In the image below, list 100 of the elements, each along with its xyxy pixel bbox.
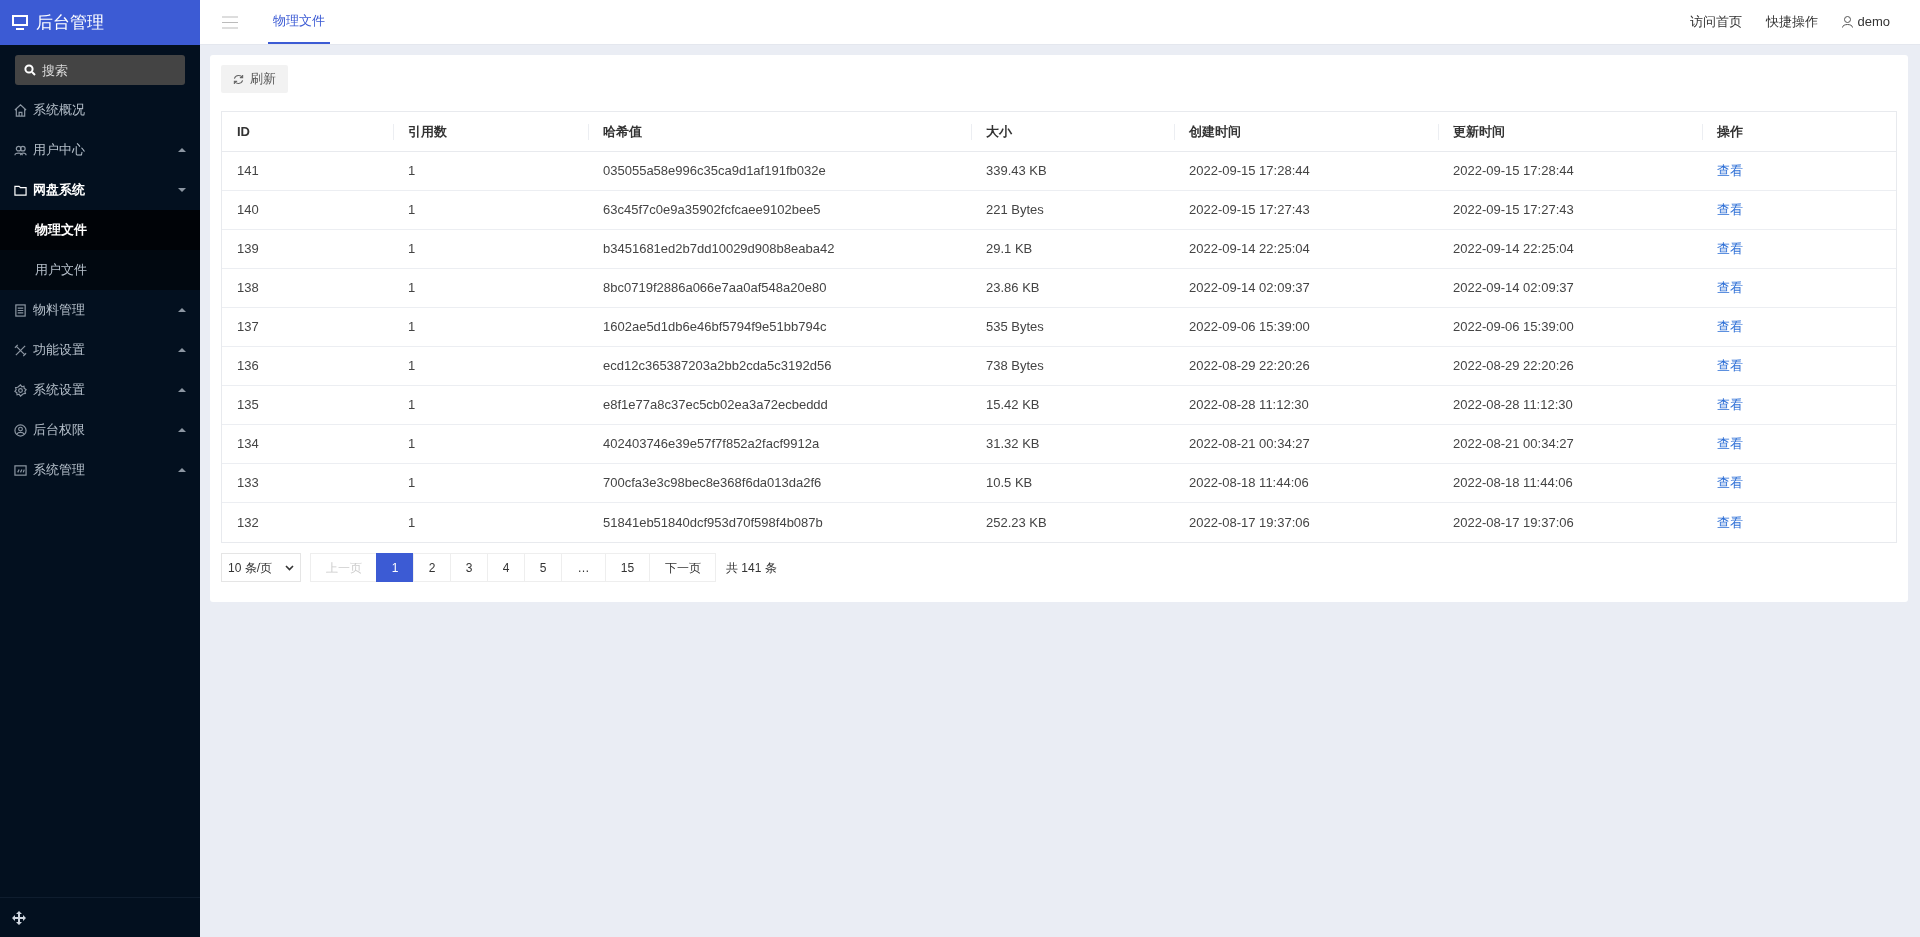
nav-link[interactable]: 快捷操作 [1766,12,1819,32]
caret-icon [178,148,186,152]
user-circle-icon [14,423,27,437]
table-cell-text: 2022-08-29 22:20:26 [1453,357,1574,376]
table-cell-text: 2022-08-28 11:12:30 [1189,396,1309,415]
view-link[interactable]: 查看 [1717,512,1743,533]
view-link[interactable]: 查看 [1717,278,1743,298]
sidebar-item[interactable]: 物料管理 [0,290,200,330]
sidebar-item[interactable]: 系统概况 [0,90,200,130]
table-cell-text: 139 [237,240,259,259]
table-cell-text: 137 [237,318,259,337]
sidebar-item[interactable]: 网盘系统 [0,170,200,210]
view-link[interactable]: 查看 [1717,356,1743,376]
refresh-button[interactable]: 刷新 [221,65,288,93]
sidebar-item[interactable]: 后台权限 [0,410,200,450]
table-cell-text: 2022-08-18 11:44:06 [1189,474,1309,493]
table-cell-text: 23.86 KB [986,279,1040,298]
table-cell-text: 2022-09-06 15:39:00 [1453,318,1574,337]
view-link[interactable]: 查看 [1717,200,1743,220]
nav-link[interactable]: 访问首页 [1690,12,1743,32]
page-button[interactable]: 3 [450,553,488,582]
column-header: 操作 [1717,122,1743,141]
table-cell-text: 2022-09-14 22:25:04 [1453,240,1574,259]
page-button[interactable]: 5 [524,553,562,582]
sidebar-subitem[interactable]: 用户文件 [0,250,200,290]
view-link[interactable]: 查看 [1717,317,1743,337]
caret-icon [178,428,186,432]
column-header: ID [237,122,250,141]
column-header: 哈希值 [603,122,642,141]
table-cell-text: 221 Bytes [986,201,1044,220]
folder-icon [14,183,27,197]
table-cell-text: 51841eb51840dcf953d70f598f4b087b [603,513,823,532]
table-cell-text: ecd12c365387203a2bb2cda5c3192d56 [603,357,832,376]
view-link[interactable]: 查看 [1717,434,1743,454]
table-cell-text: 1 [408,435,416,454]
page-button[interactable]: 下一页 [649,553,716,582]
table-cell-text: 1 [408,357,416,376]
table-cell-text: 2022-08-18 11:44:06 [1453,474,1573,493]
column-header: 引用数 [408,122,447,141]
view-link[interactable]: 查看 [1717,161,1743,181]
table-cell-text: 402403746e39e57f7f852a2facf9912a [603,435,820,454]
table-cell-text: 2022-09-14 22:25:04 [1189,240,1310,259]
sidebar-item[interactable]: 系统设置 [0,370,200,410]
table-cell-text: 1 [408,279,416,298]
page-button[interactable]: 1 [376,553,414,582]
table-cell-text: 2022-09-15 17:28:44 [1453,162,1574,181]
table-cell-text: 2022-08-17 19:37:06 [1189,513,1310,532]
sidebar-item[interactable]: 功能设置 [0,330,200,370]
table-cell-text: 29.1 KB [986,240,1033,259]
table-cell-text: 135 [237,396,259,415]
search-field[interactable]: 搜索 [15,55,185,85]
sidebar-item[interactable]: 系统管理 [0,450,200,490]
search-icon [24,64,36,76]
table-cell-text: 2022-09-15 17:28:44 [1189,162,1310,181]
table-cell-text: 2022-09-15 17:27:43 [1453,201,1574,220]
table-cell-text: 1 [408,201,416,220]
caret-icon [178,468,186,472]
view-link[interactable]: 查看 [1717,239,1743,259]
table-cell-text: e8f1e77a8c37ec5cb02ea3a72ecbeddd [603,396,828,415]
page-size-select[interactable]: 10 条/页 [221,553,301,582]
page-button[interactable]: 15 [605,553,650,582]
home-icon [14,103,27,117]
total-count: 共 141 条 [726,559,777,577]
table-cell-text: 1 [408,162,416,181]
table-cell-text: 10.5 KB [986,474,1033,493]
table-cell-text: 1602ae5d1db6e46bf5794f9e51bb794c [603,318,827,337]
table-cell-text: 138 [237,279,259,298]
table-cell-text: 1 [408,513,416,532]
page-button[interactable]: … [561,553,606,582]
monitor-icon [12,15,28,30]
column-header: 大小 [986,122,1012,141]
view-link[interactable]: 查看 [1717,395,1743,415]
view-link[interactable]: 查看 [1717,473,1743,493]
user-menu[interactable]: demo [1842,12,1890,32]
page-button[interactable]: 2 [413,553,451,582]
gear-icon [14,383,27,397]
sidebar-item[interactable]: 用户中心 [0,130,200,170]
table-cell-text: 252.23 KB [986,513,1047,532]
move-icon[interactable] [12,910,26,925]
table-cell-text: 132 [237,513,259,532]
table-cell-text: 700cfa3e3c98bec8e368f6da013da2f6 [603,474,822,493]
table-cell-text: 1 [408,396,416,415]
user-icon [1842,16,1854,28]
table-cell-text: 136 [237,357,259,376]
table-cell-text: 339.43 KB [986,162,1047,181]
tab[interactable]: 物理文件 [268,0,330,44]
caret-icon [178,308,186,312]
table-cell-text: b3451681ed2b7dd10029d908b8eaba42 [603,240,835,259]
table-cell-text: 2022-09-14 02:09:37 [1453,279,1574,298]
table-cell-text: 15.42 KB [986,396,1040,415]
table-cell-text: 8bc0719f2886a066e7aa0af548a20e80 [603,279,827,298]
users-icon [14,143,27,157]
table-cell-text: 2022-09-14 02:09:37 [1189,279,1310,298]
table-cell-text: 31.32 KB [986,435,1040,454]
table-cell-text: 2022-08-28 11:12:30 [1453,396,1573,415]
page-button[interactable]: 4 [487,553,525,582]
table-cell-text: 2022-09-06 15:39:00 [1189,318,1310,337]
sidebar-subitem[interactable]: 物理文件 [0,210,200,250]
list-icon [14,303,27,317]
table-cell-text: 133 [237,474,259,493]
